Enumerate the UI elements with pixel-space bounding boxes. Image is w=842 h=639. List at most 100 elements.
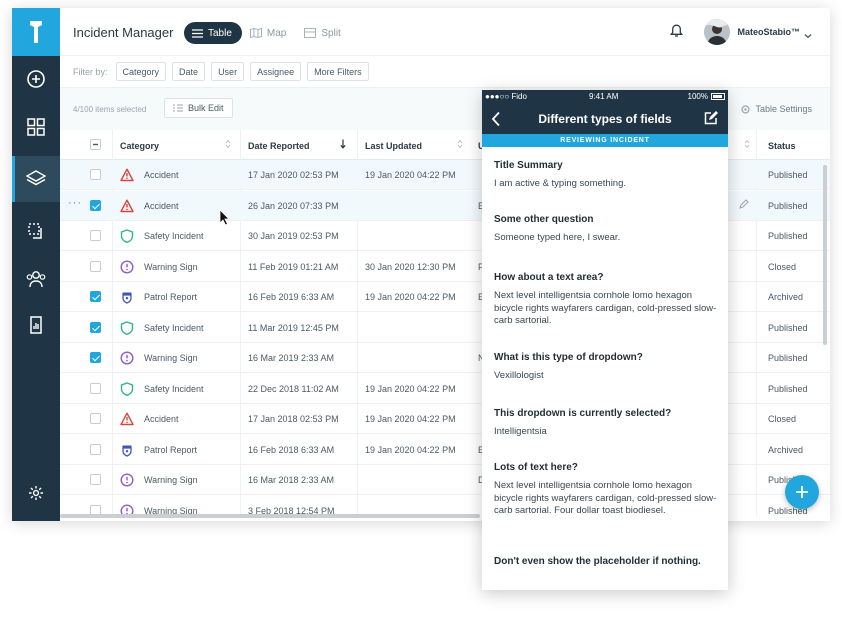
filter-bar: Filter by: Category Date User Assignee M…	[60, 56, 830, 88]
sort-icon[interactable]	[744, 139, 750, 149]
row-checkbox[interactable]	[90, 413, 101, 424]
status-cell: Archived	[768, 292, 804, 302]
sidebar-item-settings[interactable]	[12, 470, 60, 516]
category-cell: Warning Sign	[144, 261, 198, 272]
row-checkbox[interactable]	[90, 199, 101, 211]
row-checkbox[interactable]	[90, 474, 101, 485]
filter-date[interactable]: Date	[172, 62, 206, 81]
sidebar-item-users[interactable]	[12, 256, 60, 302]
add-incident-button[interactable]	[785, 475, 819, 509]
field-value[interactable]: I am active & typing something.	[494, 178, 718, 191]
table-settings-label: Table Settings	[755, 104, 812, 114]
sidebar-item-areas[interactable]	[12, 208, 60, 254]
status-cell: Closed	[768, 261, 797, 272]
row-checkbox[interactable]	[90, 230, 101, 241]
status-cell: Archived	[768, 444, 804, 455]
plus-circle-icon	[27, 70, 45, 88]
field-label: Don't even show the placeholder if nothi…	[494, 556, 701, 567]
category-cell: Patrol Report	[144, 444, 198, 455]
edit-icon[interactable]	[704, 111, 718, 125]
field-value[interactable]: Next level intelligentsia cornhole lomo …	[494, 480, 718, 518]
selection-icon	[28, 223, 42, 239]
form-field[interactable]: How about a text area? Next level intelli…	[494, 271, 718, 328]
view-split-button[interactable]: Split	[296, 22, 350, 44]
form-field[interactable]: This dropdown is currently selected? Inte…	[494, 407, 718, 439]
police-badge-icon	[120, 443, 134, 457]
row-checkbox[interactable]	[90, 291, 101, 302]
date-reported-cell: 11 Mar 2019 12:45 PM	[248, 322, 339, 333]
bulk-edit-button[interactable]: Bulk Edit	[164, 98, 233, 118]
row-checkbox[interactable]	[90, 260, 101, 272]
view-table-button[interactable]: Table	[184, 22, 242, 44]
category-cell: Safety Incident	[144, 231, 204, 241]
row-checkbox[interactable]	[90, 321, 101, 333]
shield-icon	[120, 229, 134, 244]
top-bar: Incident Manager Table Map Split MateoSt…	[60, 8, 830, 56]
last-updated-cell: 19 Jan 2020 04:22 PM	[365, 414, 456, 424]
sidebar	[12, 8, 60, 521]
phone-status-bar: ●●●○○ Fido 9:41 AM 100%	[482, 90, 728, 104]
category-cell: Safety Incident	[144, 322, 204, 333]
view-map-button[interactable]: Map	[242, 22, 296, 44]
column-header-status[interactable]: Status	[768, 141, 796, 151]
shield-icon	[120, 381, 134, 396]
field-value[interactable]: Intelligentsia	[494, 426, 718, 439]
avatar[interactable]	[704, 19, 730, 45]
filter-label: Filter by:	[73, 66, 108, 77]
row-checkbox[interactable]	[90, 169, 101, 180]
user-menu-toggle[interactable]	[804, 26, 812, 44]
form-field[interactable]: Some other question Someone typed here, I…	[494, 213, 718, 245]
date-reported-cell: 17 Jan 2018 02:53 PM	[248, 414, 339, 424]
vertical-scrollbar[interactable]	[823, 165, 827, 345]
form-field[interactable]: Title Summary I am active & typing someth…	[494, 159, 718, 191]
filter-more[interactable]: More Filters	[307, 62, 369, 81]
view-map-label: Map	[266, 27, 287, 39]
list-icon	[192, 28, 203, 38]
form-field[interactable]: Lots of text here? Next level intelligent…	[494, 461, 718, 518]
sidebar-item-create[interactable]	[12, 56, 60, 102]
category-cell: Accident	[144, 200, 179, 211]
filter-assignee[interactable]: Assignee	[250, 62, 302, 81]
user-name[interactable]: MateoStabio™	[737, 27, 800, 37]
sidebar-item-reports[interactable]	[12, 302, 60, 348]
sidebar-item-dashboard[interactable]	[12, 104, 60, 150]
horizontal-scrollbar[interactable]	[60, 514, 480, 518]
category-cell: Accident	[144, 170, 179, 180]
row-checkbox[interactable]	[90, 443, 101, 455]
reports-icon	[30, 316, 42, 334]
field-label: What is this type of dropdown?	[494, 352, 643, 363]
form-field[interactable]: Don't even show the placeholder if nothi…	[494, 555, 718, 568]
select-all-checkbox[interactable]	[90, 139, 101, 150]
field-value[interactable]: Next level intelligentsia cornhole lomo …	[494, 290, 718, 328]
date-reported-cell: 30 Jan 2019 02:53 PM	[248, 231, 339, 241]
app-logo[interactable]	[12, 8, 60, 56]
police-badge-icon	[120, 290, 134, 304]
column-header-last-updated[interactable]: Last Updated	[365, 141, 422, 151]
page-title: Incident Manager	[73, 25, 174, 40]
alert-circle-icon	[120, 473, 134, 487]
sort-icon[interactable]	[457, 139, 463, 149]
notifications-button[interactable]	[669, 24, 684, 43]
battery-label: 100%	[687, 92, 708, 101]
column-header-category[interactable]: Category	[120, 141, 159, 151]
pencil-icon[interactable]	[739, 198, 749, 209]
row-checkbox[interactable]	[90, 352, 101, 363]
sidebar-item-incidents[interactable]	[12, 156, 60, 202]
column-header-date-reported[interactable]: Date Reported	[248, 141, 310, 151]
filter-user[interactable]: User	[211, 62, 245, 81]
sort-icon[interactable]	[225, 139, 231, 149]
field-value[interactable]: Vexillologist	[494, 370, 718, 383]
status-cell: Published	[768, 322, 808, 333]
field-label: This dropdown is currently selected?	[494, 408, 672, 419]
sort-desc-icon[interactable]	[340, 139, 346, 149]
form-field[interactable]: What is this type of dropdown? Vexillolog…	[494, 351, 718, 383]
date-reported-cell: 22 Dec 2018 11:02 AM	[248, 383, 339, 394]
bulk-edit-label: Bulk Edit	[188, 103, 224, 113]
filter-category[interactable]: Category	[115, 62, 167, 81]
field-value[interactable]: Someone typed here, I swear.	[494, 232, 718, 245]
last-updated-cell: 19 Jan 2020 04:22 PM	[365, 292, 456, 302]
row-checkbox[interactable]	[90, 382, 101, 394]
table-settings-button[interactable]: Table Settings	[741, 104, 812, 114]
last-updated-cell: 30 Jan 2020 12:30 PM	[365, 261, 456, 272]
row-actions-menu[interactable]: ···	[68, 197, 82, 209]
